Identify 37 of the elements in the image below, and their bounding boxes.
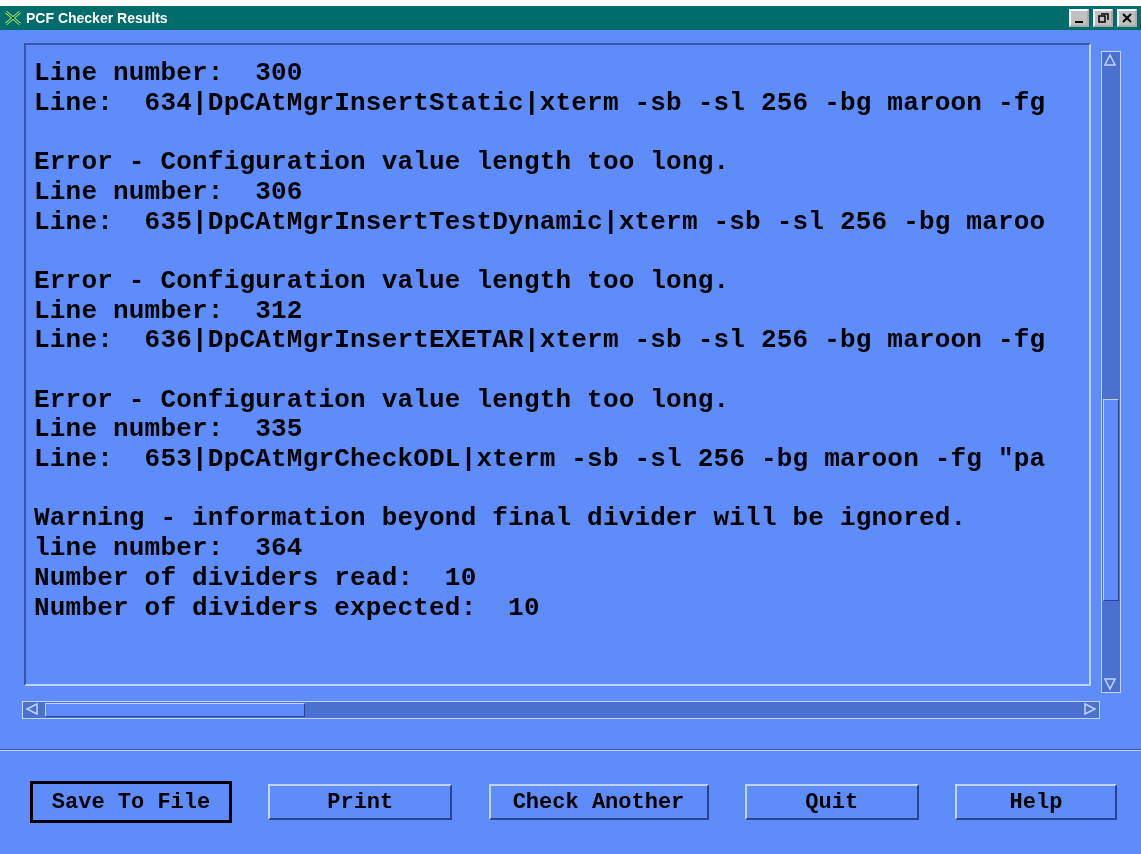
window-title: PCF Checker Results bbox=[26, 10, 169, 26]
output-line: Line number: 335 bbox=[34, 415, 304, 446]
x-logo-icon bbox=[4, 11, 22, 25]
output-line: Error - Configuration value length too long. bbox=[34, 148, 731, 178]
output-line: Error - Configuration value length too long. bbox=[34, 385, 731, 416]
close-button[interactable] bbox=[1117, 9, 1137, 27]
output-line: Warning - information beyond final divider will be ignored. bbox=[34, 504, 968, 535]
output-line: Line number: 300 bbox=[34, 59, 304, 89]
output-line: Error - Configuration value length too long. bbox=[34, 266, 731, 297]
output-line: Line number: 306 bbox=[34, 177, 304, 208]
dialog-button[interactable]: Quit bbox=[744, 784, 919, 820]
results-text-area[interactable] bbox=[24, 43, 1091, 686]
restore-button[interactable] bbox=[1093, 9, 1113, 27]
scrollbar-thumb[interactable] bbox=[45, 703, 305, 717]
restore-icon bbox=[1097, 13, 1109, 23]
output-line: Line: 634|DpCAtMgrInsertStatic|xterm -sb -sl 256 -bg maroon -fg bbox=[34, 88, 1047, 119]
vertical-scrollbar[interactable] bbox=[1101, 51, 1121, 693]
right-arrow-icon[interactable] bbox=[1083, 702, 1097, 716]
output-line: Line: 636|DpCAtMgrInsertEXETAR|xterm -sb -sl 256 -bg maroon -fg bbox=[34, 326, 1047, 356]
scrollbar-thumb[interactable] bbox=[1103, 399, 1119, 601]
dialog-button[interactable]: Check Another bbox=[488, 784, 709, 820]
close-icon bbox=[1122, 13, 1132, 23]
output-line: Number of dividers expected: 10 bbox=[34, 593, 541, 624]
output-line: Line: 635|DpCAtMgrInsertTestDynamic|xterm -sb -sl 256 -bg maroo bbox=[34, 207, 1047, 238]
horizontal-scrollbar[interactable] bbox=[22, 701, 1100, 719]
output-line: Line number: 312 bbox=[34, 296, 304, 327]
up-arrow-icon[interactable] bbox=[1103, 53, 1117, 67]
minimize-icon bbox=[1075, 21, 1083, 23]
down-arrow-icon[interactable] bbox=[1103, 677, 1117, 691]
dialog-button[interactable]: Print bbox=[268, 784, 453, 820]
dialog-button[interactable]: Help bbox=[955, 784, 1117, 820]
output-line: line number: 364 bbox=[34, 534, 304, 564]
output-line: Line: 653|DpCAtMgrCheckODL|xterm -sb -sl 256 -bg maroon -fg "pa bbox=[34, 445, 1047, 475]
output-line: Number of dividers read: 10 bbox=[34, 563, 478, 594]
minimize-button[interactable] bbox=[1069, 9, 1089, 27]
left-arrow-icon[interactable] bbox=[25, 702, 39, 716]
dialog-button[interactable]: Save To File bbox=[30, 781, 232, 823]
